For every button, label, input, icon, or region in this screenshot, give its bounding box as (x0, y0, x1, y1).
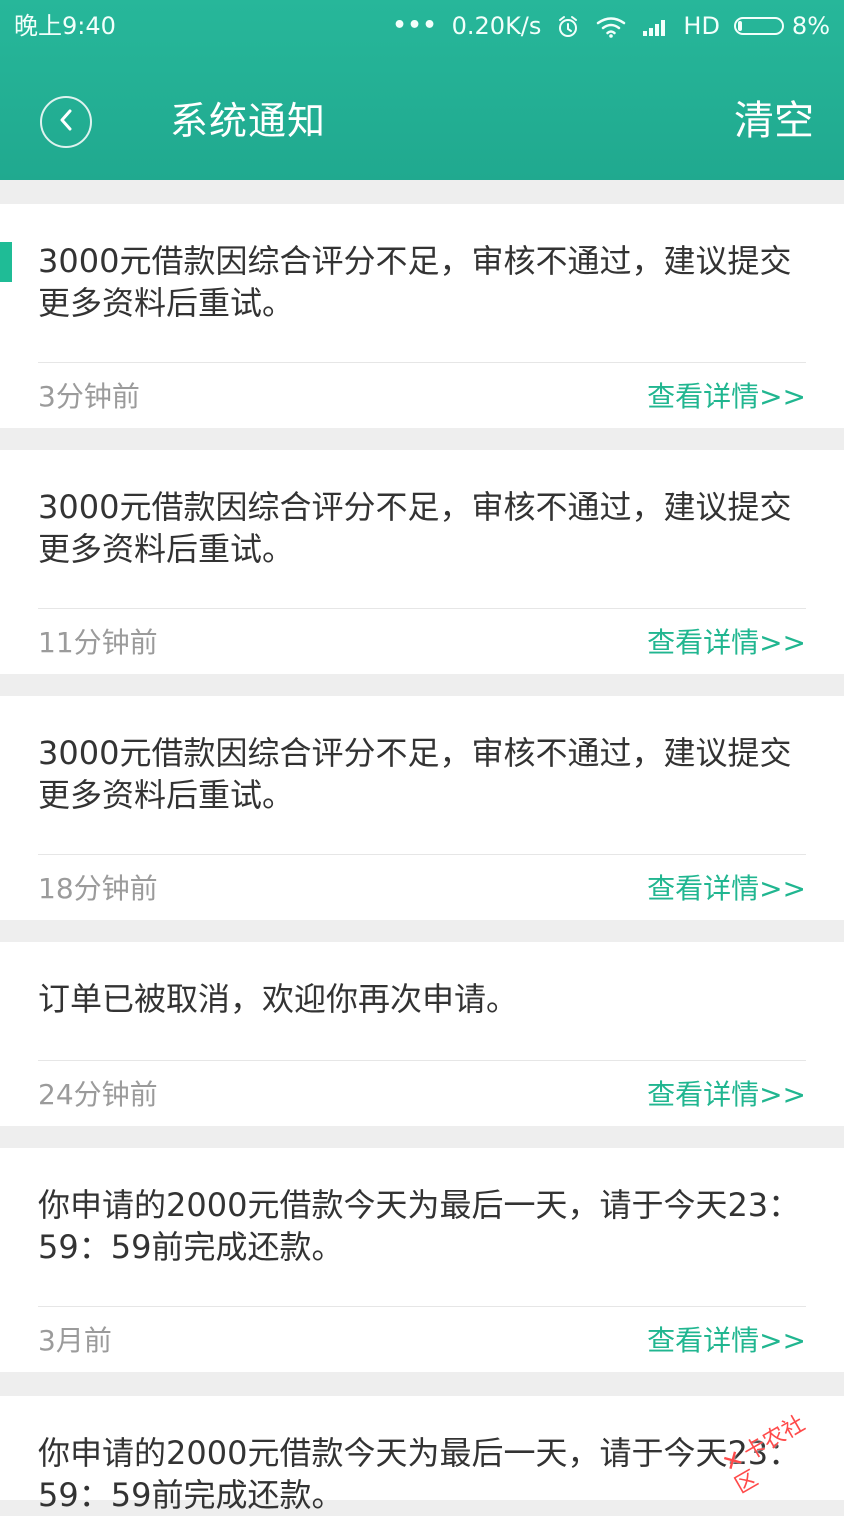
notification-card[interactable]: 3000元借款因综合评分不足，审核不通过，建议提交更多资料后重试。 18分钟前 … (0, 696, 844, 920)
alarm-icon (555, 0, 581, 52)
unread-indicator (0, 242, 12, 282)
back-button[interactable] (40, 96, 92, 148)
more-dots-icon: ••• (392, 13, 438, 38)
notification-message: 你申请的2000元借款今天为最后一天，请于今天23：59：59前完成还款。 (38, 1186, 801, 1266)
battery-indicator: 8% (733, 0, 830, 52)
notification-message: 订单已被取消，欢迎你再次申请。 (38, 980, 519, 1018)
battery-percent: 8% (791, 12, 830, 40)
app-header: 晚上9:40 ••• 0.20K/s HD 8% 系统通知 清空 (0, 0, 844, 180)
wifi-icon (595, 0, 627, 52)
notification-time: 3分钟前 (38, 380, 140, 413)
notification-message: 3000元借款因综合评分不足，审核不通过，建议提交更多资料后重试。 (38, 242, 792, 322)
card-divider (38, 1306, 806, 1307)
view-details-link[interactable]: 查看详情>> (647, 379, 806, 415)
notification-message: 你申请的2000元借款今天为最后一天，请于今天23：59：59前完成还款。 (38, 1434, 801, 1514)
chevron-left-icon (57, 107, 75, 137)
notification-time: 11分钟前 (38, 626, 158, 659)
status-bar: 晚上9:40 ••• 0.20K/s HD 8% (0, 0, 844, 52)
network-type: HD (683, 12, 720, 40)
view-details-link[interactable]: 查看详情>> (647, 1077, 806, 1113)
page-title: 系统通知 (170, 99, 327, 143)
clear-button[interactable]: 清空 (734, 98, 814, 144)
notification-message: 3000元借款因综合评分不足，审核不通过，建议提交更多资料后重试。 (38, 734, 792, 814)
view-details-link[interactable]: 查看详情>> (647, 871, 806, 907)
card-divider (38, 854, 806, 855)
notification-card[interactable]: 你申请的2000元借款今天为最后一天，请于今天23：59：59前完成还款。 3月… (0, 1148, 844, 1372)
signal-icon (641, 0, 669, 52)
notification-time: 24分钟前 (38, 1078, 158, 1111)
notification-message: 3000元借款因综合评分不足，审核不通过，建议提交更多资料后重试。 (38, 488, 792, 568)
notification-card[interactable]: 3000元借款因综合评分不足，审核不通过，建议提交更多资料后重试。 11分钟前 … (0, 450, 844, 674)
network-speed: 0.20K/s (451, 12, 542, 40)
view-details-link[interactable]: 查看详情>> (647, 1323, 806, 1359)
battery-icon (733, 17, 784, 35)
navigation-bar: 系统通知 清空 (0, 62, 844, 180)
card-divider (38, 362, 806, 363)
notification-card[interactable]: 订单已被取消，欢迎你再次申请。 24分钟前 查看详情>> (0, 942, 844, 1126)
view-details-link[interactable]: 查看详情>> (647, 625, 806, 661)
notification-time: 18分钟前 (38, 872, 158, 905)
card-divider (38, 1060, 806, 1061)
status-time: 晚上9:40 (14, 12, 116, 40)
status-right-group: ••• 0.20K/s HD 8% (392, 0, 830, 52)
card-divider (38, 608, 806, 609)
notification-card[interactable]: 你申请的2000元借款今天为最后一天，请于今天23：59：59前完成还款。 (0, 1396, 844, 1514)
notification-time: 3月前 (38, 1324, 112, 1357)
notification-card[interactable]: 3000元借款因综合评分不足，审核不通过，建议提交更多资料后重试。 3分钟前 查… (0, 204, 844, 428)
